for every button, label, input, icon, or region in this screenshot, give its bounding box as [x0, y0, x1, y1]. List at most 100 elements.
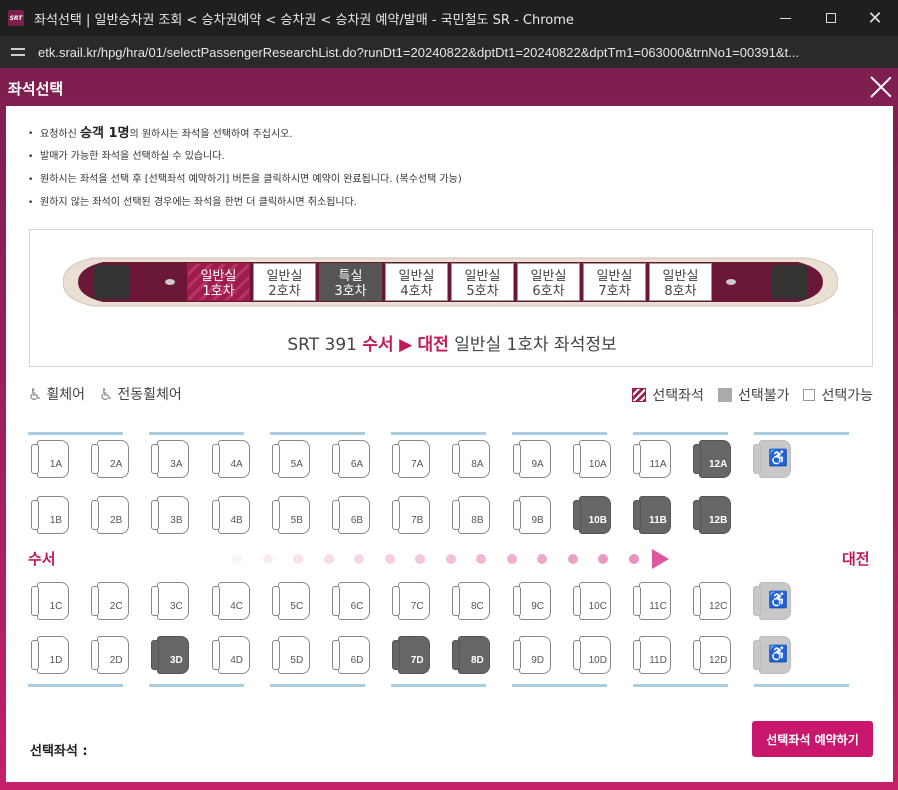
wheelchair-seat: ♿	[753, 582, 793, 620]
seat-4B[interactable]: 4B	[211, 496, 252, 534]
legend-wheelchair: ♿ 휠체어	[28, 384, 85, 404]
seat-5C[interactable]: 5C	[271, 582, 312, 620]
seat-back	[753, 586, 762, 616]
seat-back	[452, 586, 461, 616]
seat-6A[interactable]: 6A	[332, 440, 372, 478]
seat-label: 6A	[350, 459, 364, 470]
seat-label: 10A	[588, 459, 607, 470]
seat-2D[interactable]: 2D	[91, 636, 131, 674]
car-6-button[interactable]: 일반실 6호차	[517, 263, 580, 301]
reserve-selected-seats-button[interactable]: 선택좌석 예약하기	[752, 721, 873, 757]
seat-5D[interactable]: 5D	[271, 636, 312, 674]
seat-10A[interactable]: 10A	[572, 440, 613, 478]
seat-6C[interactable]: 6C	[332, 582, 372, 620]
seat-12C[interactable]: 12C	[693, 582, 733, 620]
direction-dot	[262, 554, 273, 564]
seat-4A[interactable]: 4A	[211, 440, 252, 478]
seat-label: 1C	[49, 601, 63, 612]
seat-back	[31, 640, 39, 670]
seat-back	[211, 444, 220, 474]
window-bar	[270, 684, 365, 687]
seat-5B[interactable]: 5B	[271, 496, 312, 534]
seat-8A[interactable]: 8A	[452, 440, 492, 478]
seat-11D[interactable]: 11D	[633, 636, 673, 674]
seat-2A[interactable]: 2A	[91, 440, 131, 478]
popup-close-button[interactable]	[870, 76, 892, 98]
seat-6D[interactable]: 6D	[332, 636, 372, 674]
seat-label: 5B	[290, 515, 303, 526]
car-5-button[interactable]: 일반실 5호차	[451, 263, 514, 301]
site-settings-icon[interactable]	[10, 44, 26, 60]
passenger-count: 승객 1명	[80, 126, 130, 141]
direction-dot	[445, 554, 456, 564]
seat-2B[interactable]: 2B	[91, 496, 131, 534]
seat-11C[interactable]: 11C	[633, 582, 673, 620]
selected-swatch	[632, 388, 647, 402]
seat-10D[interactable]: 10D	[572, 636, 613, 674]
seat-4C[interactable]: 4C	[211, 582, 252, 620]
seat-3A[interactable]: 3A	[151, 440, 191, 478]
notice-item: 발매가 가능한 좌석을 선택하실 수 있습니다.	[28, 147, 462, 170]
seat-11A[interactable]: 11A	[633, 440, 673, 478]
address-bar: etk.srail.kr/hpg/hra/01/selectPassengerR…	[0, 36, 898, 68]
seat-6B[interactable]: 6B	[332, 496, 372, 534]
seat-label: 5A	[290, 459, 303, 470]
window-close-button[interactable]: ✕	[852, 0, 898, 36]
car-1-button[interactable]: 일반실 1호차	[187, 263, 250, 301]
seat-3C[interactable]: 3C	[151, 582, 191, 620]
seat-8B[interactable]: 8B	[452, 496, 492, 534]
seat-label: 3D	[169, 655, 183, 666]
car-8-button[interactable]: 일반실 8호차	[649, 263, 712, 301]
direction-arrow-icon: ▶	[399, 335, 413, 355]
seat-7C[interactable]: 7C	[392, 582, 432, 620]
minimize-button[interactable]	[762, 0, 808, 36]
seat-1D[interactable]: 1D	[31, 636, 71, 674]
seat-back	[572, 444, 581, 474]
notice-item: 원하시는 좌석을 선택 후 [선택좌석 예약하기] 버튼을 클릭하시면 예약이 …	[28, 170, 462, 193]
car-3-button[interactable]: 특실 3호차	[319, 263, 382, 301]
seat-back	[633, 500, 641, 530]
car-class-label: 일반실	[266, 268, 303, 284]
seat-10C[interactable]: 10C	[572, 582, 613, 620]
car-7-button[interactable]: 일반실 7호차	[583, 263, 646, 301]
direction-from: 수서	[28, 550, 56, 568]
seat-back	[31, 500, 39, 530]
seat-2C[interactable]: 2C	[91, 582, 131, 620]
seat-1A[interactable]: 1A	[31, 440, 71, 478]
seat-7B[interactable]: 7B	[392, 496, 432, 534]
seat-9C[interactable]: 9C	[512, 582, 553, 620]
seat-7A[interactable]: 7A	[392, 440, 432, 478]
window-bar	[149, 684, 244, 687]
seat-3B[interactable]: 3B	[151, 496, 191, 534]
notice-item: 요청하신 승객 1명의 원하시는 좌석을 선택하여 주십시오.	[28, 124, 462, 147]
seat-back	[151, 640, 160, 670]
seat-back	[572, 586, 581, 616]
window-title: 좌석선택 | 일반승차권 조회 < 승차권예약 < 승차권 < 승차권 예약/발…	[34, 12, 574, 28]
legend-label: 휠체어	[46, 387, 85, 403]
seat-9D[interactable]: 9D	[512, 636, 553, 674]
car-4-button[interactable]: 일반실 4호차	[385, 263, 448, 301]
seat-8C[interactable]: 8C	[452, 582, 492, 620]
seat-label: 4C	[230, 601, 243, 612]
seat-12D[interactable]: 12D	[693, 636, 733, 674]
seat-9B[interactable]: 9B	[512, 496, 553, 534]
direction-dot	[323, 554, 334, 564]
car-2-button[interactable]: 일반실 2호차	[253, 263, 316, 301]
train-number: SRT 391	[287, 335, 357, 355]
seat-label: 7A	[411, 459, 424, 470]
seat-12A: 12A	[693, 440, 733, 478]
seat-label: 9C	[531, 601, 544, 612]
seat-1C[interactable]: 1C	[31, 582, 71, 620]
accessibility-legend: ♿ 휠체어 ♿ 전동휠체어	[28, 384, 196, 404]
seat-1B[interactable]: 1B	[31, 496, 71, 534]
wheelchair-icon: ♿	[768, 450, 789, 467]
maximize-button[interactable]	[808, 0, 854, 36]
seat-back	[633, 586, 641, 616]
url-text[interactable]: etk.srail.kr/hpg/hra/01/selectPassengerR…	[38, 45, 898, 60]
seat-9A[interactable]: 9A	[512, 440, 553, 478]
seat-5A[interactable]: 5A	[271, 440, 312, 478]
car-number-label: 7호차	[598, 283, 631, 299]
seat-4D[interactable]: 4D	[211, 636, 252, 674]
seat-back	[151, 444, 160, 474]
legend-unavailable: 선택불가	[717, 385, 789, 405]
